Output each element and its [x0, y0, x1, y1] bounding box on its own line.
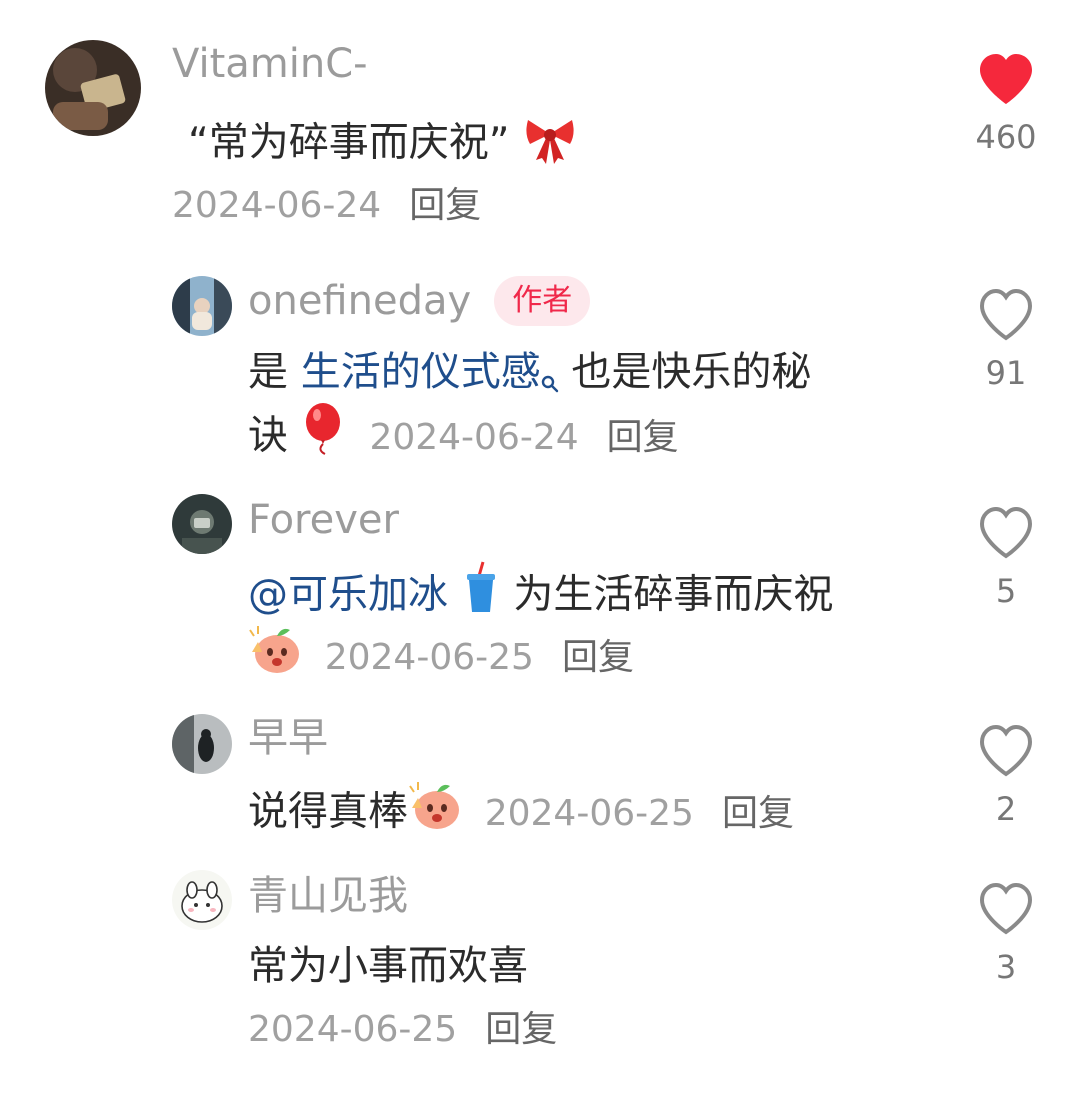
comment-meta: 2024-06-24 回复 [172, 182, 481, 230]
reply-button[interactable]: 回复 [485, 1009, 557, 1050]
comment-text-main: 常为碎事而庆祝 [208, 119, 489, 166]
heart-outline-icon [979, 882, 1033, 935]
comment-text-main: 说得真棒 [248, 788, 408, 835]
like-count: 460 [975, 118, 1037, 156]
like-count: 91 [985, 354, 1027, 392]
comment-text-line-2: 2024-06-25 回复 [248, 622, 634, 693]
like-button[interactable] [966, 48, 1046, 108]
author-badge: 作者 [494, 276, 591, 326]
search-icon [541, 350, 559, 410]
comment-date: 2024-06-25 [248, 1009, 458, 1050]
comment-text-line-1: 是 生活的仪式感 也是快乐的秘 [248, 342, 811, 410]
comment-date: 2024-06-24 [369, 416, 579, 458]
open-quote: “ [188, 119, 209, 166]
comment-text-line-2: 诀 2024-06-24 回复 [248, 402, 679, 473]
mention-link[interactable]: @可乐加冰 [248, 572, 448, 618]
heart-filled-icon [980, 54, 1032, 104]
comment-text: “常为碎事而庆祝” [188, 108, 578, 181]
avatar[interactable] [172, 276, 232, 336]
reply-button[interactable]: 回复 [562, 637, 634, 678]
reply-item: 青山见我 常为小事而欢喜 2024-06-25 回复 3 [0, 860, 1080, 1060]
like-count: 2 [995, 790, 1017, 828]
comment-date: 2024-06-24 [172, 185, 382, 226]
cheering-peach-emoji [248, 622, 302, 693]
reply-button[interactable]: 回复 [607, 417, 679, 458]
reply-item: 早早 说得真棒 2024-06-25 回复 2 [0, 700, 1080, 850]
cheering-peach-emoji [408, 778, 462, 849]
username[interactable]: VitaminC- [172, 40, 368, 88]
username[interactable]: Forever [248, 496, 399, 544]
like-button[interactable] [966, 502, 1046, 562]
like-count: 3 [995, 948, 1017, 986]
reply-item: onefineday 作者 是 生活的仪式感 也是快乐的秘 诀 2024-06-… [0, 260, 1080, 470]
reply-item: Forever @可乐加冰 为生活碎事而庆祝 2024-06-25 回复 5 [0, 480, 1080, 690]
comment-header: onefineday 作者 [248, 276, 591, 326]
avatar[interactable] [172, 870, 232, 930]
topic-link[interactable]: 生活的仪式感 [301, 349, 541, 395]
heart-outline-icon [979, 724, 1033, 777]
text-line1-suffix: 也是快乐的秘 [558, 349, 812, 395]
text-prefix: 是 [248, 349, 301, 395]
reply-button[interactable]: 回复 [409, 185, 481, 226]
comment-date: 2024-06-25 [484, 792, 694, 834]
like-count: 5 [995, 572, 1017, 610]
like-button[interactable] [966, 720, 1046, 780]
heart-outline-icon [979, 288, 1033, 341]
like-button[interactable] [966, 284, 1046, 344]
ribbon-emoji [522, 108, 578, 181]
heart-outline-icon [979, 506, 1033, 559]
username[interactable]: 青山见我 [248, 872, 408, 920]
avatar[interactable] [172, 714, 232, 774]
comment-text: 常为小事而欢喜 [248, 943, 528, 989]
balloon-emoji [301, 402, 347, 473]
comment-text-main: 为生活碎事而庆祝 [500, 571, 834, 618]
comment-meta: 2024-06-25 回复 [248, 1006, 557, 1054]
avatar[interactable] [172, 494, 232, 554]
comment-text: 说得真棒 2024-06-25 回复 [248, 778, 794, 849]
comment-date: 2024-06-25 [324, 636, 534, 678]
text-line2: 诀 [248, 412, 288, 459]
avatar[interactable] [45, 40, 141, 136]
reply-button[interactable]: 回复 [722, 793, 794, 834]
comment-item: VitaminC- “常为碎事而庆祝” 2024-06-24 回复 460 [0, 0, 1080, 240]
like-button[interactable] [966, 878, 1046, 938]
close-quote: ” [488, 119, 510, 166]
username[interactable]: 早早 [248, 714, 328, 762]
username[interactable]: onefineday [248, 278, 471, 324]
